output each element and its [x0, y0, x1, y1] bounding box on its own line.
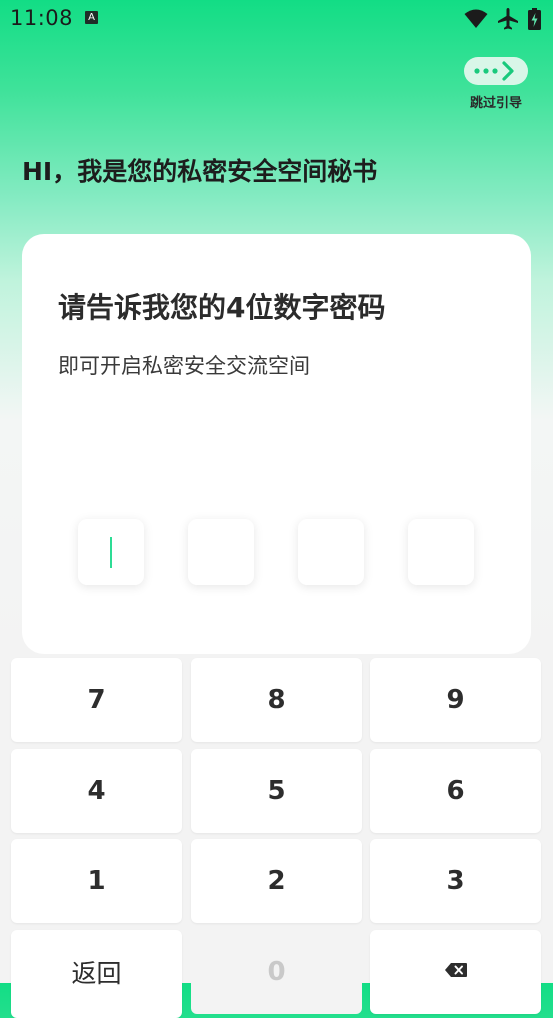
status-icons: [464, 7, 541, 31]
battery-charging-icon: [528, 8, 541, 30]
key-5[interactable]: 5: [191, 749, 362, 833]
key-0[interactable]: 0: [191, 930, 362, 1014]
greeting-text: HI，我是您的私密安全空间秘书: [22, 157, 378, 186]
key-8[interactable]: 8: [191, 658, 362, 742]
card-title: 请告诉我您的4位数字密码: [58, 291, 386, 324]
status-bar: 11:08 A: [0, 0, 553, 38]
card-subtitle: 即可开启私密安全交流空间: [58, 354, 310, 378]
pin-input-row[interactable]: [78, 519, 476, 585]
key-4[interactable]: 4: [11, 749, 182, 833]
pin-digit-2[interactable]: [188, 519, 254, 585]
airplane-icon: [498, 8, 518, 30]
skip-pill[interactable]: [464, 57, 528, 85]
key-1[interactable]: 1: [11, 839, 182, 923]
numeric-keypad: 7 8 9 4 5 6 1 2 3 返回 0: [0, 656, 553, 1018]
pin-digit-1[interactable]: [78, 519, 144, 585]
text-cursor: [110, 537, 112, 568]
key-9[interactable]: 9: [370, 658, 541, 742]
key-2[interactable]: 2: [191, 839, 362, 923]
key-3[interactable]: 3: [370, 839, 541, 923]
delete-button[interactable]: [370, 930, 541, 1014]
key-7[interactable]: 7: [11, 658, 182, 742]
skip-guide-button[interactable]: 跳过引导: [463, 57, 529, 111]
pin-digit-4[interactable]: [408, 519, 474, 585]
skip-arrow-icon: [474, 61, 514, 81]
notification-icon: A: [85, 11, 98, 24]
key-6[interactable]: 6: [370, 749, 541, 833]
wifi-icon: [464, 9, 488, 28]
status-time: 11:08: [10, 6, 74, 30]
password-card: 请告诉我您的4位数字密码 即可开启私密安全交流空间: [22, 234, 531, 654]
back-button[interactable]: 返回: [11, 930, 182, 1018]
skip-guide-label[interactable]: 跳过引导: [470, 92, 522, 111]
backspace-icon: [444, 963, 467, 977]
pin-digit-3[interactable]: [298, 519, 364, 585]
